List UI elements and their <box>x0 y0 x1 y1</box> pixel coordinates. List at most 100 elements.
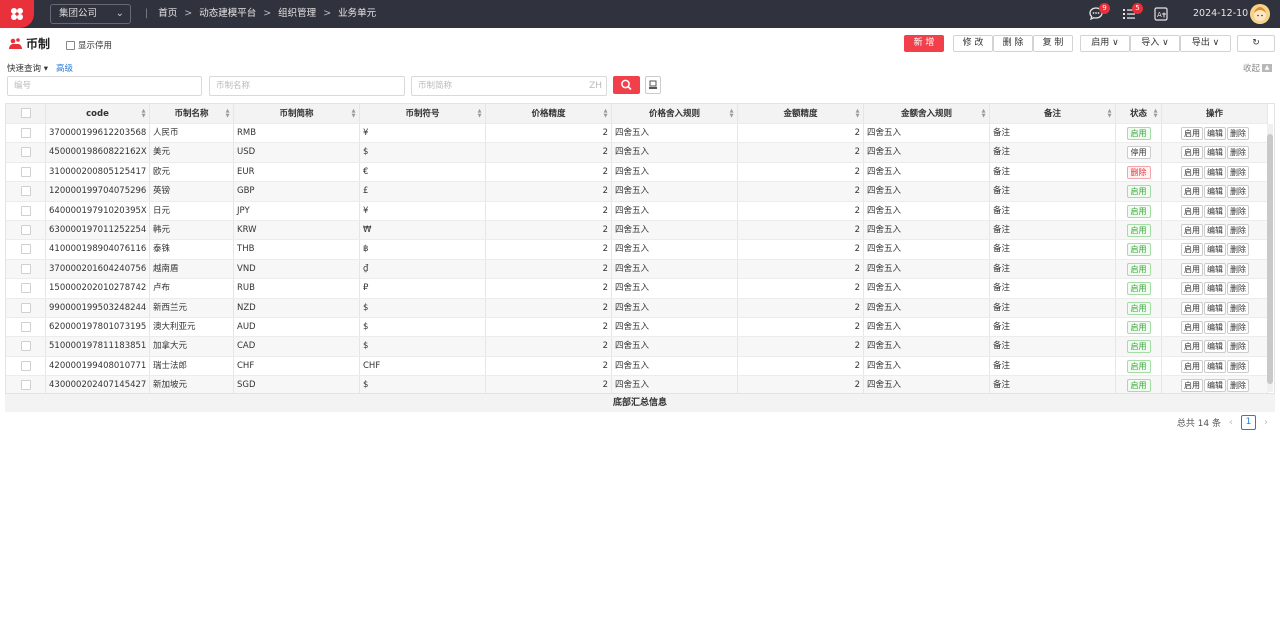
row-edit-button[interactable]: 编辑 <box>1204 185 1226 199</box>
row-enable-button[interactable]: 启用 <box>1181 321 1203 334</box>
sort-icon[interactable]: ▲ ▼ <box>351 109 356 119</box>
header-amount-precision[interactable]: 金额精度 ▲ ▼ <box>738 104 864 123</box>
row-checkbox[interactable] <box>20 244 31 255</box>
row-edit-button[interactable]: 编辑 <box>1204 127 1226 140</box>
edit-button[interactable]: 修 改 <box>953 35 993 52</box>
table-row[interactable]: 410000198904076116 泰铢 THB ฿ 2 四舍五入 2 四舍五入 备注 启用 启用… <box>6 240 1268 260</box>
select-all-checkbox[interactable] <box>20 108 31 118</box>
sort-icon[interactable]: ▲ ▼ <box>225 109 230 119</box>
app-logo-icon[interactable] <box>0 0 34 28</box>
table-row[interactable]: 370000199612203568 人民币 RMB ¥2 四舍五入 2 四舍五入 备注 启用启… <box>6 124 1268 144</box>
row-delete-button[interactable]: 删除 <box>1227 185 1249 199</box>
translate-icon[interactable]: A <box>1153 6 1169 22</box>
row-checkbox[interactable] <box>20 205 31 216</box>
row-enable-button[interactable]: 启用 <box>1181 165 1203 179</box>
company-select[interactable]: 集团公司 ⌄ <box>50 4 131 24</box>
abbr-search-input[interactable]: 币制简称 ZH <box>411 76 607 96</box>
enable-dropdown[interactable]: 启用 ∨ <box>1080 35 1130 52</box>
table-row[interactable]: 120000199704075296 英镑 GBP £2 四舍五入 2 四舍五入 备注 启用 启用… <box>6 182 1268 202</box>
next-page-icon[interactable]: › <box>1264 417 1268 428</box>
row-edit-button[interactable]: 编辑 <box>1204 165 1226 179</box>
sort-icon[interactable]: ▲ ▼ <box>981 109 986 119</box>
sort-icon[interactable]: ▲ ▼ <box>729 109 734 119</box>
row-checkbox[interactable] <box>20 283 31 294</box>
row-enable-button[interactable]: 启用 <box>1181 243 1203 257</box>
header-status[interactable]: 状态 ▲ ▼ <box>1116 104 1162 123</box>
header-amount-rounding[interactable]: 金额舍入规则 ▲ ▼ <box>864 104 990 123</box>
row-enable-button[interactable]: 启用 <box>1181 282 1203 296</box>
row-edit-button[interactable]: 编辑 <box>1204 282 1226 296</box>
row-delete-button[interactable]: 删除 <box>1227 359 1249 373</box>
table-row[interactable]: 370000201604240756 越南盾 VND ₫ 2 四舍五入 2 四舍五入 备注 启用启… <box>6 259 1268 280</box>
row-checkbox[interactable] <box>20 341 31 352</box>
chat-icon[interactable]: 9 <box>1088 3 1110 22</box>
sort-icon[interactable]: ▲ ▼ <box>603 109 608 119</box>
row-enable-button[interactable]: 启用 <box>1181 185 1203 199</box>
table-row[interactable]: 430000202407145427 新加坡元 SGD $2 四舍五入 2 四舍五入 备注 启用… <box>6 376 1268 393</box>
sort-icon[interactable]: ▲ ▼ <box>141 109 146 119</box>
row-edit-button[interactable]: 编辑 <box>1204 359 1226 373</box>
row-enable-button[interactable]: 启用 <box>1181 204 1203 218</box>
row-enable-button[interactable]: 启用 <box>1181 301 1203 315</box>
sort-icon[interactable]: ▲ ▼ <box>477 109 482 119</box>
table-row[interactable]: 45000019860822162X 美元 USD $2 四舍五入 2 四舍五入 备注 停用 启用… <box>6 143 1268 163</box>
name-search-input[interactable]: 币制名称 <box>209 76 405 96</box>
table-row[interactable]: 620000197801073195 澳大利亚元 AUD $2 四舍五入 2 四舍五入 备注启… <box>6 318 1268 338</box>
table-row[interactable]: 64000019791020395X 日元 JPY ¥2 四舍五入 2 四舍五入 备注 启用 启用… <box>6 201 1268 221</box>
table-row[interactable]: 310000200805125417 欧元 EUR €2 四舍五入 2 四舍五入 备注 删除 启用… <box>6 162 1268 183</box>
row-enable-button[interactable]: 启用 <box>1181 359 1203 373</box>
delete-button[interactable]: 删 除 <box>993 35 1033 52</box>
avatar[interactable] <box>1250 4 1270 24</box>
table-row[interactable]: 990000199503248244 新西兰元 NZD $2 四舍五入 2 四舍五入 备注 启用… <box>6 298 1268 318</box>
search-button[interactable] <box>613 76 640 94</box>
table-row[interactable]: 630000197011252254 韩元 KRW ₩2 四舍五入 2 四舍五入 备注 启用 启用… <box>6 221 1268 241</box>
sort-icon[interactable]: ▲ ▼ <box>1153 109 1158 119</box>
show-disabled-checkbox[interactable]: 显示停用 <box>66 39 112 51</box>
copy-button[interactable]: 复 制 <box>1033 35 1073 52</box>
row-enable-button[interactable]: 启用 <box>1181 379 1203 393</box>
row-checkbox[interactable] <box>20 225 31 235</box>
header-price-rounding[interactable]: 价格舍入规则 ▲ ▼ <box>612 104 738 123</box>
row-checkbox[interactable] <box>20 322 31 332</box>
row-edit-button[interactable]: 编辑 <box>1204 379 1226 393</box>
row-edit-button[interactable]: 编辑 <box>1204 146 1226 160</box>
row-enable-button[interactable]: 启用 <box>1181 127 1203 140</box>
sort-icon[interactable]: ▲ ▼ <box>1107 109 1112 119</box>
row-delete-button[interactable]: 删除 <box>1227 165 1249 179</box>
language-indicator[interactable]: ZH <box>589 77 602 95</box>
row-delete-button[interactable]: 删除 <box>1227 262 1249 276</box>
row-delete-button[interactable]: 删除 <box>1227 321 1249 334</box>
row-enable-button[interactable]: 启用 <box>1181 340 1203 354</box>
breadcrumb-org[interactable]: 组织管理 <box>278 0 316 28</box>
row-delete-button[interactable]: 删除 <box>1227 340 1249 354</box>
row-enable-button[interactable]: 启用 <box>1181 224 1203 237</box>
row-checkbox[interactable] <box>20 263 31 274</box>
row-checkbox[interactable] <box>20 380 31 391</box>
new-button[interactable]: 新 增 <box>904 35 944 52</box>
header-price-precision[interactable]: 价格精度 ▲ ▼ <box>486 104 612 123</box>
header-symbol[interactable]: 币制符号 ▲ ▼ <box>360 104 486 123</box>
header-note[interactable]: 备注 ▲ ▼ <box>990 104 1116 123</box>
header-name[interactable]: 币制名称 ▲ ▼ <box>150 104 234 123</box>
row-enable-button[interactable]: 启用 <box>1181 262 1203 276</box>
row-delete-button[interactable]: 删除 <box>1227 224 1249 237</box>
sort-icon[interactable]: ▲ ▼ <box>855 109 860 119</box>
refresh-button[interactable]: ↻ <box>1237 35 1275 52</box>
advanced-query-link[interactable]: 高级 <box>56 62 73 74</box>
task-list-icon[interactable]: 5 <box>1121 3 1143 22</box>
breadcrumb-platform[interactable]: 动态建模平台 <box>199 0 256 28</box>
row-edit-button[interactable]: 编辑 <box>1204 243 1226 257</box>
row-checkbox[interactable] <box>20 128 31 138</box>
row-edit-button[interactable]: 编辑 <box>1204 204 1226 218</box>
clear-button[interactable] <box>645 76 661 94</box>
table-row[interactable]: 510000197811183851 加拿大元 CAD $2 四舍五入 2 四舍五入 备注 启用… <box>6 337 1268 357</box>
row-edit-button[interactable]: 编辑 <box>1204 262 1226 276</box>
row-checkbox[interactable] <box>20 302 31 313</box>
table-row[interactable]: 420000199408010771 瑞士法郎 CHF CHF 2 四舍五入 2 四舍五入 备注… <box>6 356 1268 377</box>
breadcrumb-home[interactable]: 首页 <box>158 0 177 28</box>
row-delete-button[interactable]: 删除 <box>1227 379 1249 393</box>
row-delete-button[interactable]: 删除 <box>1227 301 1249 315</box>
header-abbr[interactable]: 币制简称 ▲ ▼ <box>234 104 360 123</box>
collapse-toggle[interactable]: 收起 ▲ <box>1243 62 1272 74</box>
table-row[interactable]: 150000202010278742 卢布 RUB ₽2 四舍五入 2 四舍五入 备注 启用 启用… <box>6 279 1268 299</box>
